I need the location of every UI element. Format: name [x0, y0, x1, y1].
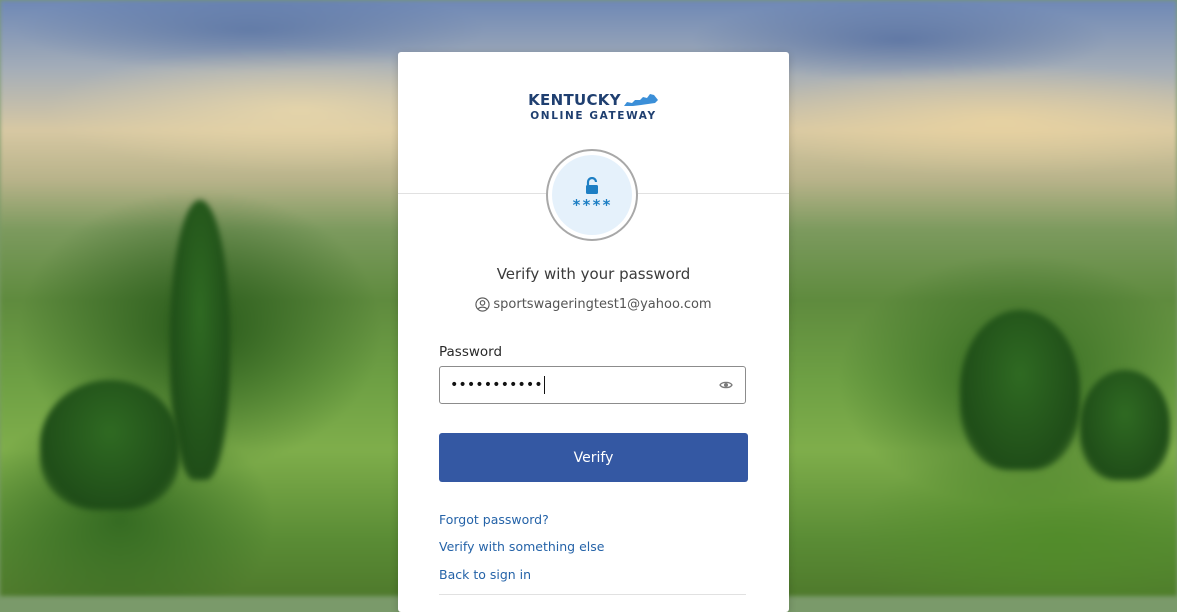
background-tree [1080, 370, 1170, 480]
footer-divider [439, 594, 746, 595]
forgot-password-link[interactable]: Forgot password? [439, 512, 549, 527]
kentucky-online-gateway-logo: KENTUCKY ONLINE GATEWAY [398, 90, 789, 122]
user-circle-icon [475, 297, 491, 312]
password-input[interactable]: ••••••••••• [440, 367, 705, 403]
password-stars: **** [571, 195, 613, 214]
password-label: Password [439, 344, 503, 360]
login-card: KENTUCKY ONLINE GATEWAY **** Verify with… [398, 52, 789, 612]
password-field[interactable]: ••••••••••• [439, 366, 746, 404]
text-caret [543, 376, 545, 394]
authenticator-badge: **** [546, 149, 638, 241]
back-to-sign-in-link[interactable]: Back to sign in [439, 567, 531, 582]
identity-email: sportswageringtest1@yahoo.com [493, 297, 712, 312]
verify-button[interactable]: Verify [439, 433, 748, 482]
logo-subtitle: ONLINE GATEWAY [530, 110, 657, 122]
background-tree [960, 310, 1080, 470]
kentucky-state-icon [623, 94, 658, 106]
eye-icon[interactable] [717, 377, 735, 393]
page-title: Verify with your password [496, 265, 691, 283]
password-value: ••••••••••• [450, 377, 543, 393]
verify-something-else-link[interactable]: Verify with something else [439, 539, 604, 554]
lock-open-icon [586, 176, 598, 194]
identity-row: sportswageringtest1@yahoo.com [398, 297, 789, 312]
logo-title: KENTUCKY [528, 91, 621, 109]
background-tree [40, 380, 180, 510]
